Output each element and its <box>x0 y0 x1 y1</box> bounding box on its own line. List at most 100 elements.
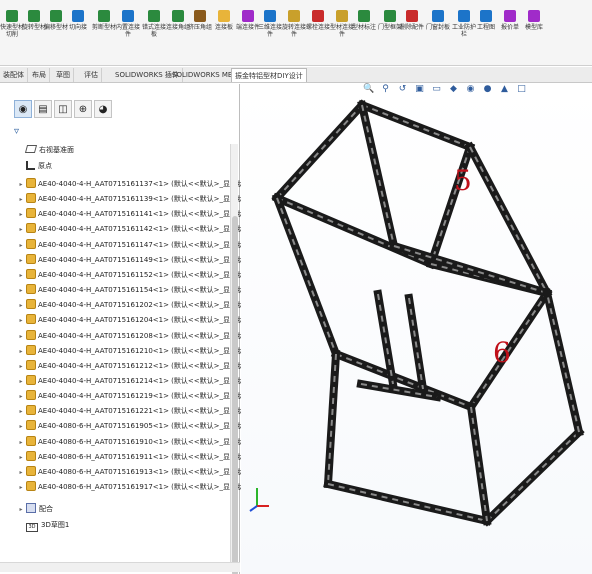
tree-item-component[interactable]: ▸ AE40-4040-4-H_AAT0715161149<1> (默认<<默认>… <box>16 253 266 267</box>
tree-item-component[interactable]: ▸ AE40-4040-4-H_AAT0715161142<1> (默认<<默认>… <box>16 222 266 236</box>
expand-arrow-icon[interactable]: ▸ <box>16 269 26 283</box>
ribbon-button-label: 挤压角组 <box>187 24 212 31</box>
ribbon-button-17[interactable]: 删除配件 <box>400 10 424 31</box>
ribbon-button-9[interactable]: 连接板 <box>212 10 236 31</box>
expand-arrow-icon[interactable]: ▸ <box>16 208 26 222</box>
ribbon-button-12[interactable]: 旋转连接件 <box>282 10 306 38</box>
configuration-manager-tab-icon[interactable]: ◫ <box>54 100 72 118</box>
annotation-number-6: 6 <box>493 336 511 369</box>
ribbon-tool-icon <box>458 10 470 22</box>
frame-beam[interactable] <box>542 288 584 437</box>
expand-arrow-icon[interactable]: ▸ <box>16 299 26 313</box>
expand-arrow-icon[interactable]: ▸ <box>16 481 26 495</box>
ribbon-button-15[interactable]: 型材标注 <box>352 10 376 31</box>
filter-icon[interactable]: ▿ <box>14 126 19 137</box>
expand-arrow-icon[interactable]: ▸ <box>16 314 26 328</box>
tree-item-component[interactable]: ▸ AE40-4080-6-H_AAT0715161910<1> (默认<<默认>… <box>16 435 266 449</box>
expand-arrow-icon[interactable]: ▸ <box>16 420 26 434</box>
tab-6[interactable]: 振金特铝型材DIY设计 <box>231 68 307 82</box>
expand-arrow-icon[interactable]: ▸ <box>16 193 26 207</box>
tab-0[interactable]: 装配体 <box>0 68 28 82</box>
ribbon-button-21[interactable]: 报价单 <box>498 10 522 31</box>
frame-beam[interactable] <box>357 100 399 251</box>
ribbon-button-4[interactable]: 剪断型材 <box>92 10 116 31</box>
expand-arrow-icon[interactable]: ▸ <box>16 239 26 253</box>
expand-arrow-icon[interactable]: ▸ <box>16 375 26 389</box>
expand-arrow-icon[interactable]: ▸ <box>16 178 26 192</box>
frame-beam[interactable] <box>323 349 341 489</box>
ribbon-tool-icon <box>480 10 492 22</box>
tree-item-component[interactable]: ▸ AE40-4040-4-H_AAT0715161154<1> (默认<<默认>… <box>16 283 266 297</box>
expand-arrow-icon[interactable]: ▸ <box>16 451 26 465</box>
expand-arrow-icon[interactable]: ▸ <box>16 405 26 419</box>
ribbon-button-11[interactable]: 三维连接件 <box>258 10 282 38</box>
ribbon-tool-icon <box>528 10 540 22</box>
frame-beam[interactable] <box>481 426 585 527</box>
expand-arrow-icon[interactable]: ▸ <box>16 254 26 268</box>
tree-item-component[interactable]: ▸ AE40-4040-4-H_AAT0715161214<1> (默认<<默认>… <box>16 374 266 388</box>
expand-arrow-icon[interactable]: ▸ <box>16 223 26 237</box>
feature-tree-tab-icon[interactable]: ◉ <box>14 100 32 118</box>
frame-beam[interactable] <box>356 99 476 153</box>
expand-arrow-icon[interactable]: ▸ <box>16 503 26 517</box>
coordinate-triad-icon <box>249 488 269 512</box>
dimxpert-tab-icon[interactable]: ⊕ <box>74 100 92 118</box>
panel-toolbar: ◉ ▤ ◫ ⊕ ◕ <box>14 100 122 120</box>
tree-item-component[interactable]: ▸ AE40-4040-4-H_AAT0715161212<1> (默认<<默认>… <box>16 359 266 373</box>
expand-arrow-icon[interactable]: ▸ <box>16 360 26 374</box>
tree-item-component[interactable]: ▸ AE40-4040-4-H_AAT0715161219<1> (默认<<默认>… <box>16 389 266 403</box>
tree-item-component[interactable]: ▸ AE40-4040-4-H_AAT0715161210<1> (默认<<默认>… <box>16 344 266 358</box>
aluminum-frame-model[interactable] <box>241 84 592 574</box>
ribbon-button-5[interactable]: 内置连接件 <box>116 10 140 38</box>
frame-beam[interactable] <box>323 479 492 526</box>
expand-arrow-icon[interactable]: ▸ <box>16 436 26 450</box>
tree-item-origin[interactable]: 原点 <box>16 159 52 173</box>
tree-vertical-scrollbar[interactable] <box>230 144 238 574</box>
ribbon-tool-icon <box>264 10 276 22</box>
tree-item-3d-sketch[interactable]: 3D 3D草图1 <box>16 518 69 532</box>
ribbon-button-8[interactable]: 挤压角组 <box>188 10 212 31</box>
ribbon-button-20[interactable]: 工程图 <box>474 10 498 31</box>
ribbon-button-6[interactable]: 错式连接板 <box>142 10 166 38</box>
expand-arrow-icon[interactable]: ▸ <box>16 466 26 480</box>
tree-item-component[interactable]: ▸ AE40-4080-6-H_AAT0715161913<1> (默认<<默认>… <box>16 465 266 479</box>
tree-item-component[interactable]: ▸ AE40-4080-6-H_AAT0715161917<1> (默认<<默认>… <box>16 480 266 494</box>
tree-item-component[interactable]: ▸ AE40-4040-4-H_AAT0715161204<1> (默认<<默认>… <box>16 313 266 327</box>
part-icon <box>26 299 36 310</box>
tab-3[interactable]: 评估 <box>81 68 102 82</box>
tree-item-component[interactable]: ▸ AE40-4080-6-H_AAT0715161911<1> (默认<<默认>… <box>16 450 266 464</box>
tree-item-component[interactable]: ▸ AE40-4040-4-H_AAT0715161202<1> (默认<<默认>… <box>16 298 266 312</box>
expand-arrow-icon[interactable]: ▸ <box>16 390 26 404</box>
part-icon <box>26 253 36 264</box>
tree-item-component[interactable]: ▸ AE40-4040-4-H_AAT0715161221<1> (默认<<默认>… <box>16 404 266 418</box>
command-ribbon: 快速型材切削 旋转型材 偏移型材 切向接 剪断型材 内置连接件 错式连接板 连接角组 挤压角组连… <box>0 0 592 66</box>
expand-arrow-icon[interactable]: ▸ <box>16 284 26 298</box>
tree-item-component[interactable]: ▸ AE40-4080-6-H_AAT0715161905<1> (默认<<默认>… <box>16 419 266 433</box>
expand-arrow-icon[interactable]: ▸ <box>16 345 26 359</box>
graphics-viewport[interactable]: 🔍 ⚲ ↺ ▣ ▭ ◆ ◉ ● ▲ □ 5 6 <box>241 84 592 574</box>
tab-1[interactable]: 布局 <box>29 68 50 82</box>
frame-beam[interactable] <box>404 293 428 394</box>
ribbon-button-label: 旋转连接件 <box>281 24 306 38</box>
scrollbar-thumb[interactable] <box>232 216 238 574</box>
tree-item-component[interactable]: ▸ AE40-4040-4-H_AAT0715161137<1> (默认<<默认>… <box>16 177 266 191</box>
tree-item-component[interactable]: ▸ AE40-4040-4-H_AAT0715161139<1> (默认<<默认>… <box>16 192 266 206</box>
ribbon-button-18[interactable]: 门窗封板 <box>426 10 450 31</box>
tree-item-component[interactable]: ▸ AE40-4040-4-H_AAT0715161147<1> (默认<<默认>… <box>16 238 266 252</box>
expand-arrow-icon[interactable]: ▸ <box>16 330 26 344</box>
tree-item-component[interactable]: ▸ AE40-4040-4-H_AAT0715161141<1> (默认<<默认>… <box>16 207 266 221</box>
tab-2[interactable]: 草图 <box>53 68 74 82</box>
display-manager-tab-icon[interactable]: ◕ <box>94 100 112 118</box>
tree-item-right-plane[interactable]: 右视基准面 <box>16 143 74 157</box>
property-manager-tab-icon[interactable]: ▤ <box>34 100 52 118</box>
frame-beam[interactable] <box>271 99 368 204</box>
ribbon-button-13[interactable]: 螺栓连接 <box>306 10 330 31</box>
frame-beam[interactable] <box>330 348 477 413</box>
tree-horizontal-scrollbar[interactable] <box>0 562 240 572</box>
frame-beam[interactable] <box>466 402 492 526</box>
tree-item-component[interactable]: ▸ AE40-4040-4-H_AAT0715161152<1> (默认<<默认>… <box>16 268 266 282</box>
tree-item-component[interactable]: ▸ AE40-4040-4-H_AAT0715161208<1> (默认<<默认>… <box>16 329 266 343</box>
ribbon-button-22[interactable]: 模型库 <box>522 10 546 31</box>
ribbon-button-3[interactable]: 切向接 <box>66 10 90 31</box>
tree-item-mates[interactable]: ▸ 配合 <box>16 502 53 516</box>
